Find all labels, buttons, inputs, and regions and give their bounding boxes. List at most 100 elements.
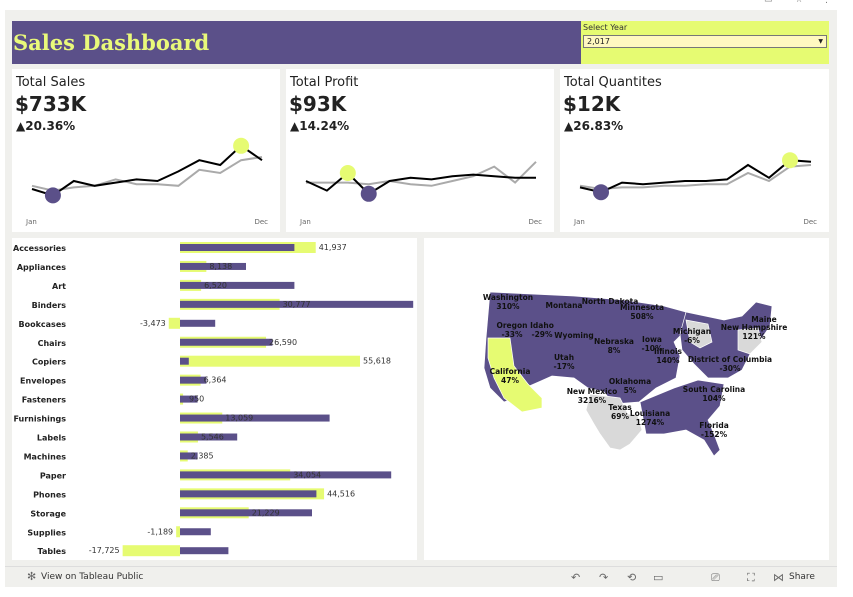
year-filter: Select Year 2,017 ▼	[581, 21, 829, 64]
state-label: Nebraska	[594, 337, 634, 346]
sparkline-max-marker	[339, 165, 356, 181]
category-label: Tables	[38, 547, 67, 556]
growth-bar	[122, 545, 180, 557]
category-label: Paper	[40, 471, 66, 480]
state-value: 104%	[702, 394, 726, 403]
state-label: California	[490, 367, 531, 376]
state-label: South Carolina	[683, 385, 745, 394]
sales-bar	[180, 244, 295, 251]
state-value: -29%	[531, 330, 553, 339]
category-label: Storage	[30, 509, 66, 518]
sales-sparkline	[31, 137, 263, 204]
category-label: Chairs	[38, 339, 67, 348]
state-label: Wyoming	[554, 331, 593, 340]
window-icon[interactable]: ▭	[764, 0, 773, 5]
top-strip: ▭ ☆ ⋮	[0, 0, 853, 10]
sales-bar	[180, 376, 207, 384]
state-label: Minnesota	[620, 303, 664, 312]
quantity-sparkline	[579, 152, 812, 201]
state-label: Washington	[483, 293, 533, 302]
category-label: Labels	[37, 434, 66, 443]
growth-bar	[168, 317, 180, 329]
category-label: Fasteners	[22, 396, 66, 405]
state-label: Oregon	[496, 321, 527, 330]
category-label: Supplies	[27, 528, 66, 537]
bar-value-label: 30,777	[283, 300, 311, 309]
state-value: 140%	[656, 356, 680, 365]
share-button[interactable]: Share	[789, 572, 815, 582]
state-value: 8%	[608, 346, 621, 355]
kpi-value: $733K	[15, 92, 87, 116]
sparkline-max-marker	[782, 152, 798, 169]
kpi-card-quantity: Total Quantites $12K ▲26.83% Jan Dec	[560, 69, 829, 232]
axis-end-label: Dec	[528, 218, 542, 226]
sales-bar	[180, 547, 229, 555]
state-value: 3216%	[578, 396, 607, 405]
category-label: Bookcases	[19, 320, 67, 329]
year-select[interactable]: 2,017 ▼	[583, 35, 827, 48]
state-value: 508%	[630, 312, 654, 321]
chevron-down-icon: ▼	[818, 38, 823, 45]
state-label: Michigan	[673, 327, 711, 336]
state-label: District of Columbia	[688, 355, 772, 364]
undo-icon[interactable]: ↶	[571, 571, 580, 584]
state-value: -6%	[684, 336, 700, 345]
state-value: 310%	[496, 302, 520, 311]
sparkline-min-marker	[593, 184, 609, 201]
presentation-icon[interactable]: ⎚	[711, 571, 720, 585]
pause-icon[interactable]: ▭	[653, 571, 663, 584]
category-label: Envelopes	[20, 377, 66, 386]
bar-value-label: 13,059	[225, 414, 253, 423]
growth-bar	[180, 355, 360, 367]
bar-value-label: 21,229	[252, 508, 280, 517]
axis-end-label: Dec	[803, 218, 817, 226]
kpi-change: ▲14.24%	[290, 119, 350, 133]
bar-value-label: -17,725	[89, 546, 120, 555]
more-icon[interactable]: ⋮	[822, 0, 831, 5]
fullscreen-icon[interactable]: ⛶	[747, 571, 755, 585]
state-label: New Hampshire	[721, 323, 788, 332]
state-label: Illinois	[654, 347, 683, 356]
state-value: 1274%	[636, 418, 665, 427]
axis-start-label: Jan	[26, 218, 37, 226]
state-value: 47%	[501, 376, 519, 385]
revert-icon[interactable]: ⟲	[627, 571, 636, 584]
redo-icon[interactable]: ↷	[599, 571, 608, 584]
state-value: 121%	[742, 332, 766, 341]
kpi-title: Total Sales	[16, 75, 86, 90]
category-label: Art	[52, 282, 66, 291]
sales-bar	[180, 357, 189, 365]
view-on-tableau-link[interactable]: View on Tableau Public	[41, 572, 143, 582]
category-label: Binders	[32, 301, 67, 310]
sales-bar	[180, 338, 273, 346]
sales-bar	[180, 471, 392, 479]
category-label: Phones	[33, 490, 66, 499]
tableau-toolbar: ✻ View on Tableau Public ↶ ↷ ⟲ ▭ ⎚ ⛶ ⋈ S…	[5, 566, 837, 587]
sparkline-min-marker	[44, 187, 61, 204]
kpi-title: Total Quantites	[564, 75, 662, 90]
star-icon[interactable]: ☆	[795, 0, 803, 5]
share-icon[interactable]: ⋈	[773, 571, 784, 584]
state-label: Idaho	[530, 321, 554, 330]
category-label: Copiers	[32, 358, 66, 367]
bar-chart-svg: Accessories 41,937 Appliances 8,138 Art 6,520…	[13, 242, 414, 557]
dashboard-canvas: Sales Dashboard Select Year 2,017 ▼ Tota…	[5, 10, 837, 566]
sales-bar	[180, 490, 317, 498]
bar-value-label: 55,618	[363, 357, 391, 366]
kpi-value: $93K	[289, 92, 347, 116]
state-value: 5%	[624, 386, 637, 395]
state-label: Utah	[554, 353, 574, 362]
profit-sparkline	[305, 161, 537, 202]
state-value: -17%	[553, 362, 575, 371]
growth-bar	[176, 526, 180, 538]
state-label: Montana	[545, 301, 582, 310]
bar-value-label: 44,516	[327, 489, 355, 498]
us-map-panel: Washington 310% Montana North Dakota Minneso…	[424, 238, 829, 560]
category-label: Accessories	[13, 244, 66, 253]
sales-bar	[180, 528, 211, 536]
kpi-card-sales: Total Sales $733K ▲20.36% Jan Dec	[12, 69, 280, 232]
state-label: Texas	[608, 403, 632, 412]
kpi-change: ▲26.83%	[564, 119, 624, 133]
bar-value-label: 950	[189, 395, 204, 404]
state-label: Oklahoma	[609, 377, 651, 386]
